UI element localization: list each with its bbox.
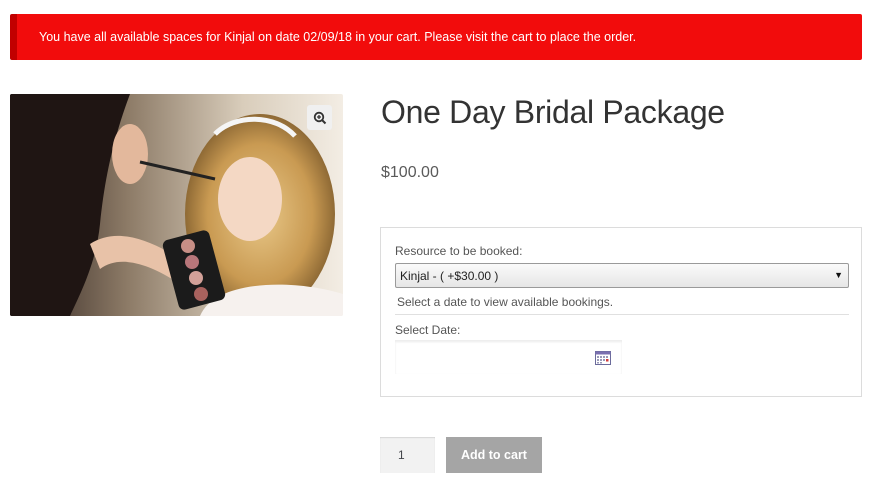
error-notice: You have all available spaces for Kinjal… <box>10 14 862 60</box>
product-title: One Day Bridal Package <box>381 94 725 130</box>
booking-help-text: Select a date to view available bookings… <box>397 295 614 309</box>
date-label: Select Date: <box>395 323 461 337</box>
date-input[interactable] <box>395 340 622 374</box>
resource-label: Resource to be booked: <box>395 244 523 258</box>
add-to-cart-button[interactable]: Add to cart <box>446 437 542 473</box>
resource-selected-value: Kinjal - ( +$30.00 ) <box>400 268 499 283</box>
zoom-in-icon <box>313 111 326 124</box>
product-price: $100.00 <box>381 164 439 181</box>
calendar-icon[interactable] <box>595 351 611 365</box>
resource-select[interactable]: Kinjal - ( +$30.00 ) ▼ <box>395 263 849 288</box>
product-image[interactable] <box>10 94 343 316</box>
dropdown-arrow-icon: ▼ <box>834 270 843 280</box>
quantity-input[interactable]: 1 <box>380 437 435 473</box>
zoom-button[interactable] <box>307 105 332 130</box>
booking-form: Resource to be booked: Kinjal - ( +$30.0… <box>380 227 862 397</box>
product-photo <box>10 94 343 316</box>
notice-message: You have all available spaces for Kinjal… <box>39 30 637 44</box>
divider <box>395 314 849 315</box>
